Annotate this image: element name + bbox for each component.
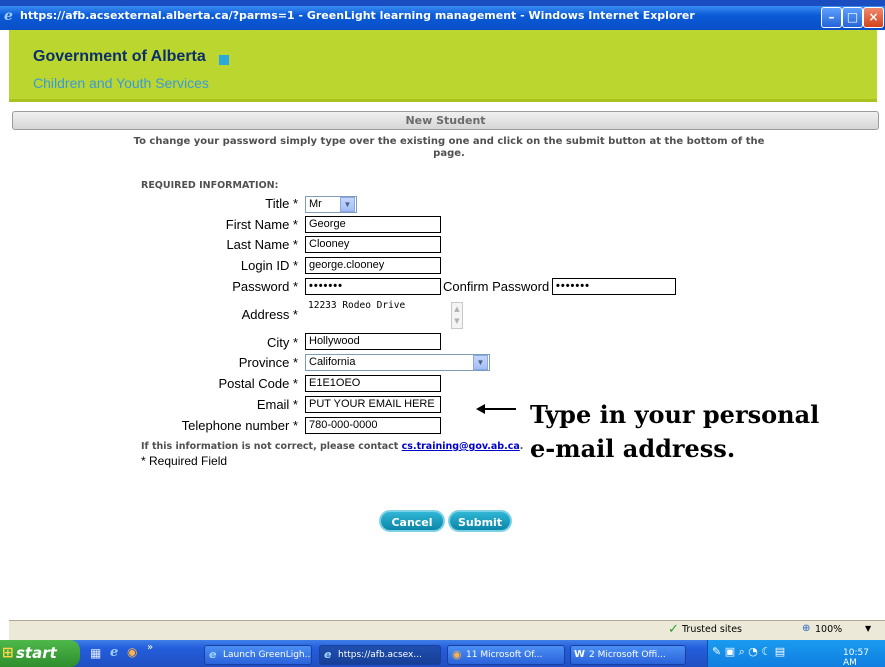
- maximize-button[interactable]: □: [842, 7, 863, 28]
- start-button[interactable]: ⊞ start: [0, 640, 80, 667]
- checkmark-icon: ✓: [668, 622, 679, 637]
- password-label: Password *: [232, 279, 298, 294]
- postal-code-input[interactable]: E1E1OEO: [305, 375, 441, 392]
- tray-tools-icon[interactable]: ✎ ▣ ⌕ ◔ ☾ ▤: [712, 645, 785, 659]
- taskbar-item-outlook[interactable]: ◉ 11 Microsoft Of...: [447, 645, 565, 665]
- ie-quicklaunch-icon[interactable]: e: [110, 645, 118, 660]
- province-label: Province *: [238, 355, 298, 370]
- taskbar-item-word[interactable]: W 2 Microsoft Offi...: [570, 645, 686, 665]
- chevron-right-icon[interactable]: »: [147, 642, 153, 653]
- login-id-input[interactable]: george.clooney: [305, 257, 441, 274]
- contact-note: If this information is not correct, plea…: [141, 441, 523, 452]
- confirm-password-input[interactable]: •••••••: [552, 278, 676, 295]
- browser-window: e https://afb.acsexternal.alberta.ca/?pa…: [0, 0, 885, 667]
- email-label: Email *: [256, 397, 298, 412]
- email-input[interactable]: PUT YOUR EMAIL HERE: [305, 396, 441, 413]
- title-select[interactable]: Mr ▼: [305, 196, 357, 213]
- instructions-text: To change your password simply type over…: [133, 136, 765, 159]
- taskbar-item-browser[interactable]: e https://afb.acsex...: [319, 645, 441, 665]
- status-bar: [9, 620, 885, 640]
- zoom-icon: ⊕: [802, 623, 811, 634]
- minimize-button[interactable]: –: [821, 7, 842, 28]
- annotation-callout: Type in your personal e-mail address.: [530, 398, 880, 466]
- taskbar-item-label: Launch GreenLigh...: [223, 650, 312, 660]
- title-label: Title *: [265, 196, 298, 211]
- ie-icon: e: [4, 8, 13, 24]
- address-textarea[interactable]: 12233 Rodeo Drive: [304, 298, 464, 332]
- zoom-level[interactable]: 100%: [815, 624, 842, 635]
- last-name-label: Last Name *: [226, 237, 298, 252]
- required-field-note: * Required Field: [141, 454, 228, 468]
- annotation-arrow-icon: [476, 404, 516, 414]
- password-input[interactable]: •••••••: [305, 278, 441, 295]
- word-icon: W: [574, 649, 586, 660]
- first-name-label: First Name *: [225, 217, 298, 232]
- ie-icon: e: [324, 648, 332, 661]
- ie-icon: e: [209, 648, 217, 661]
- close-button[interactable]: ×: [863, 7, 884, 28]
- window-title: https://afb.acsexternal.alberta.ca/?parm…: [20, 9, 695, 22]
- chevron-down-icon[interactable]: ▼: [473, 355, 488, 370]
- taskbar-item-launch[interactable]: e Launch GreenLigh...: [204, 645, 312, 665]
- annotation-line-1: Type in your personal: [530, 400, 820, 429]
- chevron-down-icon[interactable]: ▼: [865, 624, 871, 633]
- confirm-password-label: Confirm Password: [443, 279, 550, 294]
- required-info-heading: REQUIRED INFORMATION:: [141, 180, 279, 191]
- telephone-input[interactable]: 780-000-0000: [305, 417, 441, 434]
- city-label: City *: [266, 335, 298, 350]
- title-select-value: Mr: [309, 198, 322, 210]
- contact-email-link[interactable]: cs.training@gov.ab.ca: [402, 441, 520, 452]
- start-label: start: [16, 644, 57, 662]
- section-header: New Student: [12, 111, 879, 130]
- outlook-quicklaunch-icon[interactable]: ◉: [127, 645, 137, 659]
- title-bar: e https://afb.acsexternal.alberta.ca/?pa…: [0, 0, 885, 30]
- header-banner: Government of Alberta Children and Youth…: [9, 30, 877, 102]
- security-zone[interactable]: Trusted sites: [682, 624, 742, 635]
- contact-note-suffix: .: [519, 441, 524, 452]
- address-label: Address *: [241, 307, 298, 322]
- chevron-down-icon[interactable]: ▼: [340, 197, 355, 212]
- login-id-label: Login ID *: [240, 258, 298, 273]
- outlook-icon: ◉: [452, 648, 462, 661]
- brand-square-icon: [219, 55, 229, 65]
- province-select[interactable]: California ▼: [305, 354, 490, 371]
- taskbar-item-label: 11 Microsoft Of...: [466, 650, 543, 660]
- org-title: Government of Alberta: [33, 48, 206, 65]
- windows-logo-icon: ⊞: [2, 645, 14, 661]
- telephone-label: Telephone number *: [181, 418, 298, 433]
- cancel-button[interactable]: Cancel: [379, 510, 445, 532]
- city-input[interactable]: Hollywood: [305, 333, 441, 350]
- page-content: Government of Alberta Children and Youth…: [9, 30, 879, 620]
- taskbar-item-label: https://afb.acsex...: [338, 650, 422, 660]
- postal-code-label: Postal Code *: [218, 376, 299, 391]
- first-name-input[interactable]: George: [305, 216, 441, 233]
- province-select-value: California: [309, 356, 356, 368]
- last-name-input[interactable]: Clooney: [305, 236, 441, 253]
- org-subtitle: Children and Youth Services: [33, 75, 209, 91]
- taskbar-item-label: 2 Microsoft Offi...: [589, 650, 666, 660]
- submit-button[interactable]: Submit: [448, 510, 512, 532]
- contact-note-text: If this information is not correct, plea…: [141, 441, 399, 452]
- annotation-line-2: e-mail address.: [530, 434, 736, 463]
- textarea-scrollbar[interactable]: ▲ ▼: [451, 302, 463, 329]
- taskbar-clock: 10:57 AM: [843, 648, 869, 667]
- show-desktop-icon[interactable]: ▦: [90, 646, 101, 660]
